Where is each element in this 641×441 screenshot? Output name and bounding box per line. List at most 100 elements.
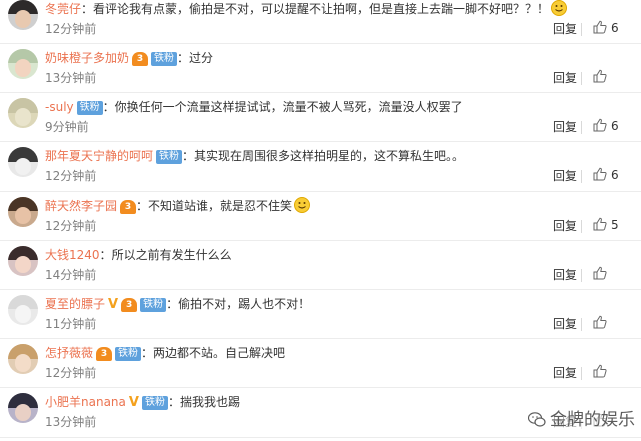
colon-separator: ：: [81, 2, 94, 16]
reply-button[interactable]: 回复: [553, 21, 577, 37]
action-divider: [581, 121, 582, 135]
colon-separator: ：: [141, 346, 154, 361]
comment-item: 奶味橙子多加奶 3 铁粉 ：过分 13分钟前 回复: [0, 44, 641, 94]
action-divider: [581, 219, 582, 233]
colon-separator: ：: [182, 149, 195, 164]
username-link[interactable]: 奶味橙子多加奶: [45, 51, 129, 65]
comment-list: 冬莞仔：看评论我有点蒙，偷拍是不对，可以提醒不让拍啊，但是直接上去踹一脚不好吧？…: [0, 0, 641, 438]
avatar-face: [14, 255, 32, 274]
avatar-face: [14, 305, 32, 323]
action-divider: [581, 268, 582, 282]
emoji-icon: [294, 196, 311, 213]
comment-timestamp: 12分钟前: [45, 218, 97, 233]
like-button[interactable]: [593, 266, 611, 284]
fan-badge: 铁粉: [115, 347, 142, 362]
comment-text: 看评论我有点蒙，偷拍是不对，可以提醒不让拍啊，但是直接上去踹一脚不好吧？？！: [93, 2, 550, 16]
action-divider: [581, 170, 582, 184]
like-button[interactable]: [593, 315, 611, 333]
fan-badge: 铁粉: [156, 150, 183, 165]
verified-v-icon: V: [128, 395, 139, 411]
comment-timestamp: 11分钟前: [45, 316, 97, 331]
like-button[interactable]: [593, 364, 611, 382]
fan-badge: 铁粉: [140, 297, 167, 312]
colon-separator: ：: [136, 198, 149, 213]
avatar[interactable]: [8, 196, 38, 227]
avatar-face: [14, 354, 32, 372]
comment-item: 那年夏天宁静的呵呵 铁粉 ：其实现在周围很多这样拍明星的，这不算私生吧。。 12分钟前…: [0, 142, 641, 192]
comment-text: 偷拍不对，踢人也不对！: [178, 296, 311, 311]
reply-button[interactable]: 回复: [553, 119, 577, 135]
wechat-icon: [527, 412, 546, 433]
comment-item: 大钱1240：所以之前有发生什么么 14分钟前 回复: [0, 241, 641, 290]
fan-badge: 铁粉: [141, 396, 168, 411]
username-link[interactable]: 小肥羊nanana: [45, 395, 126, 409]
comment-timestamp: 14分钟前: [45, 267, 97, 282]
reply-button[interactable]: 回复: [553, 267, 577, 283]
username-link[interactable]: 夏至的膘子: [45, 297, 105, 311]
colon-separator: ：: [166, 296, 179, 311]
thumbs-up-icon: [593, 69, 607, 87]
reply-button[interactable]: 回复: [553, 316, 577, 332]
comment-line: 奶味橙子多加奶 3 铁粉 ：过分: [45, 49, 631, 67]
username-link[interactable]: 怎抒薇薇: [45, 346, 93, 360]
vip-badge-icon: 3: [121, 297, 138, 312]
thumbs-up-icon: [593, 217, 607, 235]
avatar[interactable]: [8, 393, 38, 424]
username-link[interactable]: 醉天然李子园: [45, 199, 117, 213]
comment-text: 不知道站谁，就是忍不住笑: [148, 198, 293, 213]
action-divider: [581, 367, 582, 381]
avatar[interactable]: [8, 0, 38, 30]
avatar[interactable]: [8, 49, 38, 79]
comment-timestamp: 12分钟前: [45, 22, 97, 36]
reply-button[interactable]: 回复: [553, 168, 577, 184]
like-button[interactable]: 6: [593, 20, 619, 38]
thumbs-up-icon: [593, 167, 607, 185]
avatar[interactable]: [8, 344, 38, 375]
comment-timestamp: 12分钟前: [45, 169, 97, 184]
like-button[interactable]: 6: [593, 118, 619, 136]
comment-item: 怎抒薇薇 3 铁粉 ：两边都不站。自己解决吧 12分钟前 回复: [0, 339, 641, 389]
watermark: 金牌的娱乐: [526, 405, 637, 433]
avatar[interactable]: [8, 147, 38, 178]
emoji-icon: [551, 0, 568, 16]
like-count: 6: [611, 119, 619, 134]
thumbs-up-icon: [593, 20, 607, 38]
colon-separator: ：: [99, 247, 112, 262]
comment-text: 所以之前有发生什么么: [111, 247, 232, 262]
reply-button[interactable]: 回复: [553, 365, 577, 381]
thumbs-up-icon: [593, 364, 607, 382]
avatar-face: [14, 10, 32, 28]
reply-button[interactable]: 回复: [553, 70, 577, 86]
thumbs-up-icon: [593, 118, 607, 136]
like-count: 5: [611, 217, 619, 232]
comment-line: 大钱1240：所以之前有发生什么么: [45, 246, 631, 264]
colon-separator: ：: [102, 100, 115, 115]
comment-line: 冬莞仔：看评论我有点蒙，偷拍是不对，可以提醒不让拍啊，但是直接上去踹一脚不好吧？…: [45, 0, 631, 18]
avatar[interactable]: [8, 294, 38, 325]
reply-button[interactable]: 回复: [553, 218, 577, 234]
username-link[interactable]: 那年夏天宁静的呵呵: [45, 149, 153, 163]
username-link[interactable]: -suly: [45, 100, 74, 114]
comment-timestamp: 13分钟前: [45, 71, 97, 85]
vip-badge-icon: 3: [132, 52, 149, 66]
avatar[interactable]: [8, 98, 38, 129]
thumbs-up-icon: [593, 315, 607, 333]
comment-text: 过分: [189, 51, 214, 65]
avatar-face: [14, 206, 32, 225]
comment-line: 怎抒薇薇 3 铁粉 ：两边都不站。自己解决吧: [45, 344, 631, 362]
comment-text: 你换任何一个流量这样提试试，流量不被人骂死，流量没人权罢了: [114, 100, 463, 115]
comment-timestamp: 12分钟前: [45, 366, 97, 381]
avatar[interactable]: [8, 245, 38, 276]
avatar-face: [14, 157, 32, 175]
like-button[interactable]: [593, 69, 611, 87]
avatar-face: [14, 403, 32, 421]
comment-item: 冬莞仔：看评论我有点蒙，偷拍是不对，可以提醒不让拍啊，但是直接上去踹一脚不好吧？…: [0, 0, 641, 44]
comment-text: 揣我我也踢: [179, 395, 240, 410]
username-link[interactable]: 大钱1240: [45, 248, 100, 262]
comment-text: 其实现在周围很多这样拍明星的，这不算私生吧。。: [194, 149, 465, 164]
like-count: 6: [611, 168, 619, 183]
like-button[interactable]: 5: [593, 217, 619, 235]
username-link[interactable]: 冬莞仔: [45, 2, 81, 16]
like-button[interactable]: 6: [593, 167, 619, 185]
action-divider: [581, 317, 582, 331]
